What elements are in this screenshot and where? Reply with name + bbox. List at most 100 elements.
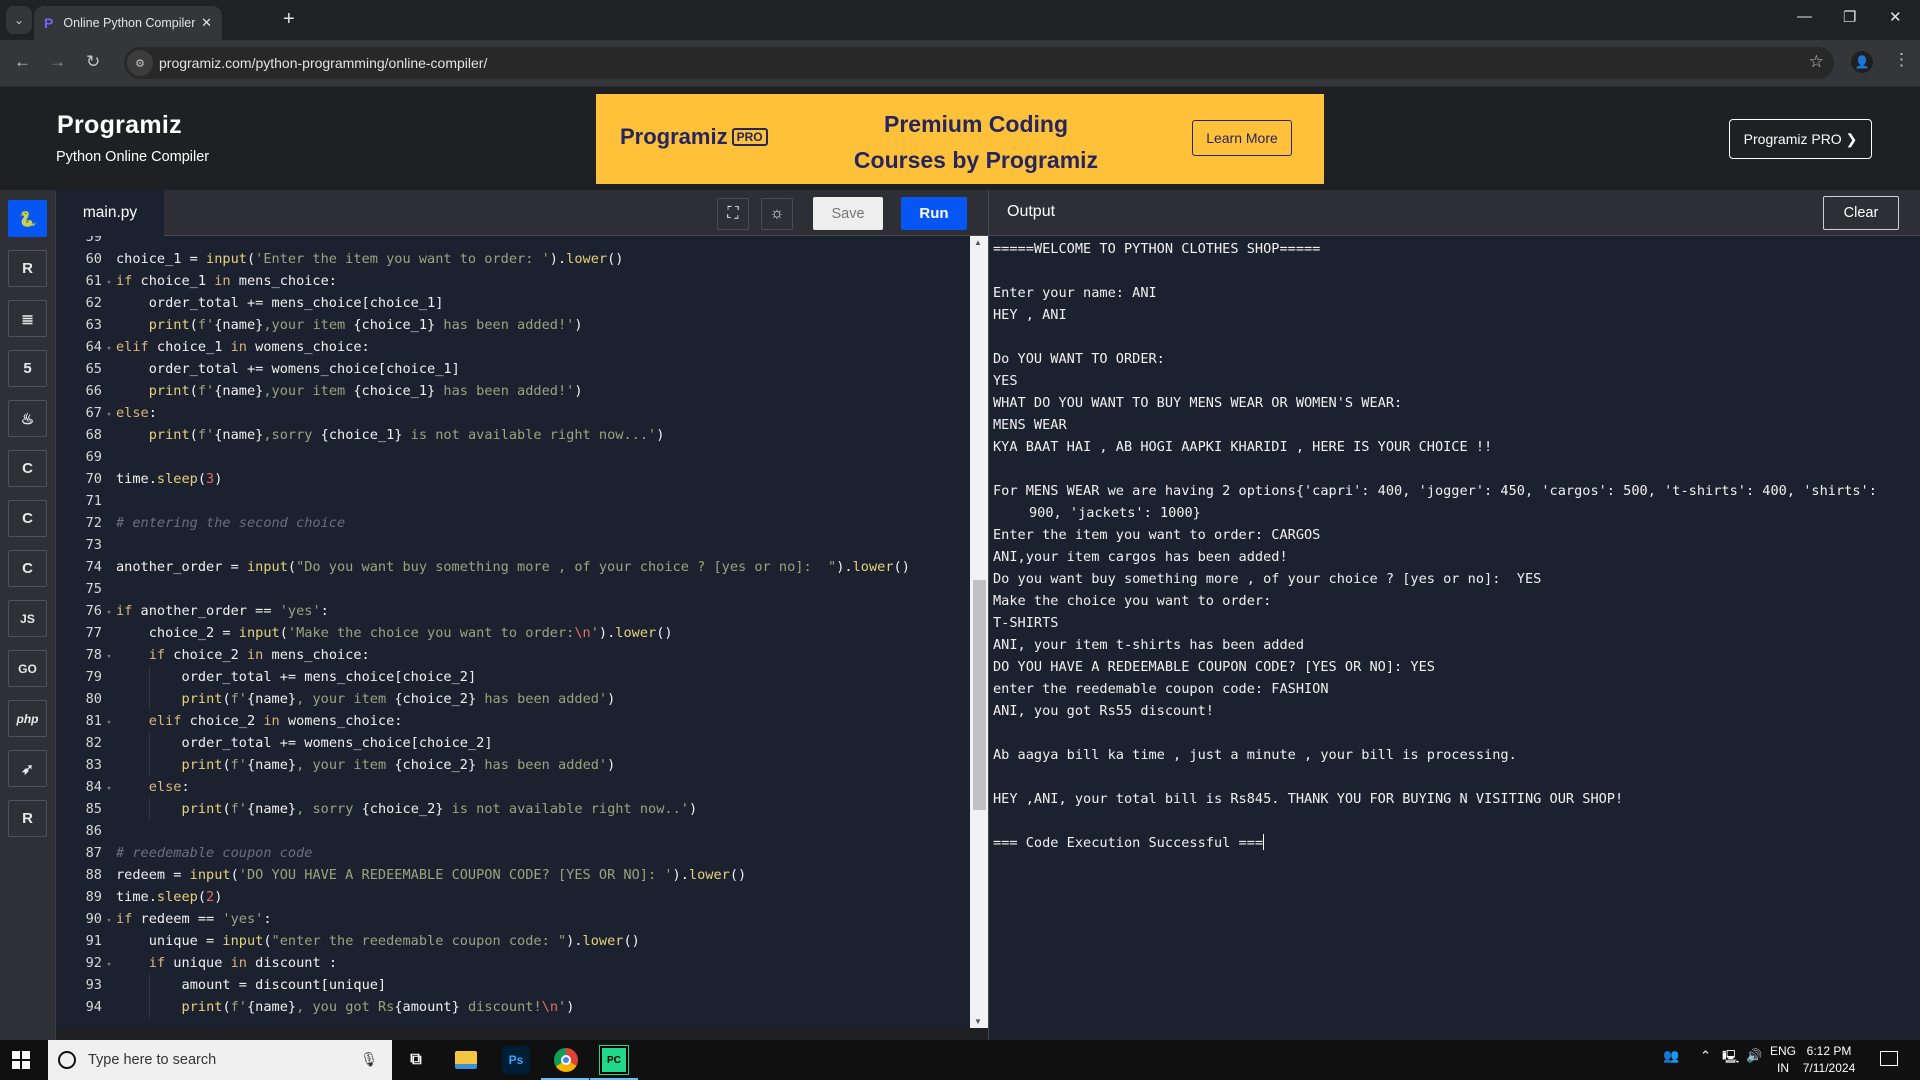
programiz-logo[interactable]: Programiz <box>57 111 182 140</box>
language-javascript[interactable]: JS <box>8 600 47 637</box>
fold-arrow-icon[interactable]: ▾ <box>102 272 116 294</box>
token: print <box>181 999 223 1015</box>
token: lower <box>615 625 657 641</box>
fold-arrow-icon[interactable]: ▾ <box>102 602 116 624</box>
language-r[interactable]: R <box>8 250 47 287</box>
token: print <box>148 427 190 443</box>
site-info-icon[interactable]: ⚙ <box>127 50 153 76</box>
chrome-icon[interactable] <box>551 1046 581 1074</box>
output-console[interactable]: =====WELCOME TO PYTHON CLOTHES SHOP=====… <box>988 236 1920 1040</box>
code-line: 78 ▾ if choice_2 in mens_choice: <box>56 644 970 666</box>
token: \n <box>574 625 591 641</box>
output-line: KYA BAAT HAI , AB HOGI AAPKI KHARIDI , H… <box>993 436 1920 458</box>
code-line: 65 order_total += womens_choice[choice_1] <box>56 358 970 380</box>
minimize-icon[interactable]: — <box>1797 8 1812 25</box>
close-window-icon[interactable]: ✕ <box>1889 8 1902 26</box>
promo-banner[interactable]: Programiz PRO Premium Coding Courses by P… <box>596 94 1324 184</box>
input-language-indicator[interactable]: ENG IN <box>1770 1043 1796 1077</box>
forward-arrow-icon[interactable]: → <box>49 52 66 72</box>
code-editor[interactable]: 59 60 choice_1 = input('Enter the item yo… <box>56 236 970 1028</box>
bookmark-star-icon[interactable]: ☆ <box>1809 52 1824 72</box>
fold-arrow-icon[interactable]: ▾ <box>102 778 116 800</box>
language-csharp[interactable]: C <box>8 550 47 587</box>
save-button[interactable]: Save <box>813 197 883 230</box>
fold-arrow-icon[interactable]: ▾ <box>102 712 116 734</box>
line-number: 77 <box>85 625 102 641</box>
scroll-up-arrow-icon[interactable]: ▲ <box>974 238 982 247</box>
code-text: amount = discount[unique] <box>116 977 387 993</box>
run-button[interactable]: Run <box>901 197 967 230</box>
language-go[interactable]: GO <box>8 650 47 687</box>
browser-tab-bar: ⌄ P Online Python Compiler (Interpreter)… <box>0 0 1920 40</box>
address-bar[interactable]: ⚙ programiz.com/python-programming/onlin… <box>124 47 1834 79</box>
token: ,sorry <box>263 427 321 443</box>
show-hidden-icons-chevron-icon[interactable]: ⌃ <box>1700 1048 1711 1064</box>
scroll-down-arrow-icon[interactable]: ▼ <box>974 1017 982 1026</box>
photoshop-icon[interactable]: Ps <box>502 1046 530 1074</box>
volume-icon[interactable]: 🔊 <box>1746 1048 1762 1064</box>
line-number: 81 <box>85 713 102 729</box>
notification-center-icon[interactable] <box>1880 1051 1898 1066</box>
network-icon[interactable]: 🖳 <box>1722 1048 1739 1070</box>
profile-avatar-icon[interactable]: 👤 <box>1851 51 1873 73</box>
task-view-icon[interactable]: ⧉ <box>402 1046 430 1074</box>
language-cpp[interactable]: C <box>8 500 47 537</box>
fullscreen-icon[interactable]: ⛶ <box>717 198 749 230</box>
file-explorer-icon[interactable] <box>452 1046 480 1074</box>
scrollbar-thumb[interactable] <box>973 580 986 811</box>
language-swift[interactable]: ➶ <box>8 750 47 787</box>
tab-title: Online Python Compiler (Interpreter) <box>63 16 196 30</box>
theme-toggle-sun-icon[interactable]: ☼ <box>761 198 793 230</box>
fold-arrow-icon[interactable]: ▾ <box>102 338 116 360</box>
new-tab-button[interactable]: + <box>283 8 295 31</box>
token: if <box>116 911 133 927</box>
clear-button[interactable]: Clear <box>1823 196 1899 230</box>
code-text: redeem = input('DO YOU HAVE A REDEEMABLE… <box>116 867 746 883</box>
language-python[interactable]: 🐍 <box>8 200 47 237</box>
taskbar-search-box[interactable]: Type here to search 🎙 <box>48 1040 392 1080</box>
programiz-pro-button[interactable]: Programiz PRO ❯ <box>1729 119 1872 159</box>
language-java[interactable]: ♨ <box>8 400 47 437</box>
language-rust[interactable]: R <box>8 800 47 837</box>
code-text: else: <box>116 405 157 421</box>
token: lower <box>852 559 894 575</box>
browser-tab[interactable]: P Online Python Compiler (Interpreter) ✕ <box>34 6 222 40</box>
microphone-icon[interactable]: 🎙 <box>360 1051 378 1068</box>
code-line: 66 print(f'{name},your item {choice_1} ha… <box>56 380 970 402</box>
more-menu-icon[interactable]: ⋮ <box>1893 50 1910 70</box>
fold-arrow-icon[interactable]: ▾ <box>102 954 116 976</box>
file-tab-main-py[interactable]: main.py <box>56 190 164 236</box>
tab-search-button[interactable]: ⌄ <box>6 6 32 34</box>
language-html[interactable]: 5 <box>8 350 47 387</box>
back-arrow-icon[interactable]: ← <box>14 52 31 72</box>
reload-icon[interactable]: ↻ <box>86 52 100 72</box>
language-sql[interactable]: ≣ <box>8 300 47 337</box>
system-clock[interactable]: 6:12 PM 7/11/2024 <box>1797 1043 1861 1077</box>
output-text: ANI,your item cargos has been added! <box>993 549 1288 565</box>
windows-start-icon[interactable] <box>12 1051 30 1069</box>
token: \n <box>541 999 559 1015</box>
token: amount = discount[unique] <box>181 977 387 993</box>
language-php[interactable]: php <box>8 700 47 737</box>
url-text[interactable]: programiz.com/python-programming/online-… <box>159 55 487 71</box>
close-tab-icon[interactable]: ✕ <box>201 15 212 31</box>
indent-guide <box>148 996 150 1018</box>
output-line: HEY , ANI <box>993 304 1920 326</box>
fold-arrow-icon[interactable]: ▾ <box>102 910 116 932</box>
line-number: 66 <box>85 383 102 399</box>
token: discount! <box>459 999 542 1015</box>
language-c[interactable]: C <box>8 450 47 487</box>
pycharm-icon[interactable]: PC <box>599 1045 629 1075</box>
people-icon[interactable]: 👥 <box>1663 1048 1679 1064</box>
learn-more-button[interactable]: Learn More <box>1192 120 1292 156</box>
token: if <box>148 955 166 971</box>
fold-arrow-icon[interactable]: ▾ <box>102 404 116 426</box>
editor-scrollbar[interactable]: ▲ ▼ <box>970 236 988 1028</box>
token: ). <box>549 251 567 267</box>
token: : <box>263 911 272 927</box>
output-line: Do YOU WANT TO ORDER: <box>993 348 1920 370</box>
output-text: ANI, your item t-shirts has been added <box>993 637 1304 653</box>
fold-arrow-icon[interactable]: ▾ <box>102 646 116 668</box>
restore-icon[interactable]: ❐ <box>1843 8 1856 26</box>
